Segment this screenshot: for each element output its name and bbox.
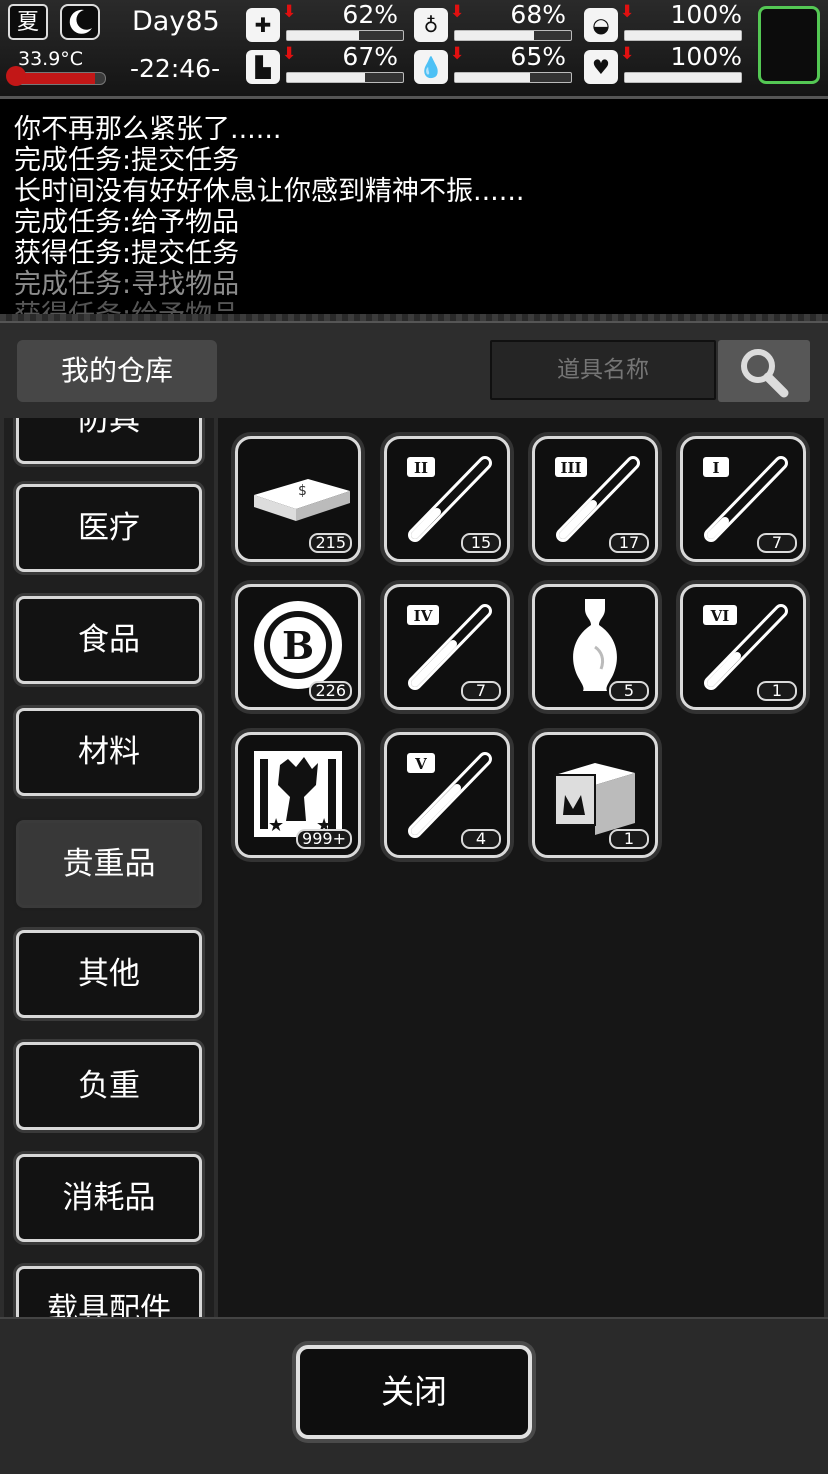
item-slot[interactable]: $ 215 (235, 436, 361, 562)
item-slot[interactable]: 1 (532, 732, 658, 858)
search-icon (741, 349, 789, 398)
hunger-bar (454, 30, 572, 41)
health-percent: 62% (342, 0, 398, 29)
hunger-percent: 68% (510, 0, 566, 29)
decrease-arrow-icon: ⬇ (620, 2, 635, 22)
item-count: 226 (309, 681, 352, 701)
status-hud: 夏 33.9°C Day85 -22:46- ✚ ⬇ 62% ♁ ⬇ 68% ◒… (0, 0, 828, 99)
stomach-icon: ♁ (414, 8, 448, 42)
svg-text:V: V (414, 755, 427, 773)
svg-text:IV: IV (414, 607, 433, 625)
water-drop-icon: 💧 (414, 50, 448, 84)
item-slot[interactable]: II 15 (384, 436, 510, 562)
pill-percent: 100% (670, 0, 742, 29)
foot-icon: ▙ (246, 50, 280, 84)
svg-text:II: II (414, 459, 428, 477)
svg-text:★: ★ (268, 815, 284, 836)
category-consumables[interactable]: 消耗品 (16, 1154, 202, 1242)
category-other[interactable]: 其他 (16, 930, 202, 1018)
item-slot[interactable]: I 7 (680, 436, 806, 562)
item-slot[interactable]: IV 7 (384, 584, 510, 710)
item-count: 7 (461, 681, 501, 701)
warehouse-title: 我的仓库 (17, 340, 217, 402)
category-vehicle-parts[interactable]: 载具配件 (16, 1266, 202, 1318)
search-button[interactable] (718, 340, 810, 402)
item-count: 5 (609, 681, 649, 701)
mood-bar (624, 72, 742, 83)
item-count: 1 (609, 829, 649, 849)
health-bar (286, 30, 404, 41)
log-line: 获得任务:给予物品 (14, 293, 239, 315)
moon-icon (60, 4, 100, 40)
category-load[interactable]: 负重 (16, 1042, 202, 1130)
decrease-arrow-icon: ⬇ (282, 2, 297, 22)
warehouse-panel: 我的仓库 防具 医疗 食品 材料 贵重品 其他 负重 消耗品 载具配件 $ 21… (0, 321, 828, 1319)
item-count: 7 (757, 533, 797, 553)
svg-text:VI: VI (710, 607, 730, 625)
svg-text:I: I (712, 459, 719, 477)
svg-text:B: B (282, 623, 314, 668)
item-count: 999+ (296, 829, 352, 849)
item-count: 4 (461, 829, 501, 849)
category-valuables[interactable]: 贵重品 (16, 820, 202, 908)
medkit-icon: ✚ (246, 8, 280, 42)
category-food[interactable]: 食品 (16, 596, 202, 684)
category-medical[interactable]: 医疗 (16, 484, 202, 572)
thirst-bar (454, 72, 572, 83)
decrease-arrow-icon: ⬇ (450, 2, 465, 22)
item-count: 15 (461, 533, 501, 553)
close-button[interactable]: 关闭 (296, 1345, 532, 1439)
thermometer-icon (6, 66, 26, 86)
item-slot[interactable]: 5 (532, 584, 658, 710)
decrease-arrow-icon: ⬇ (620, 44, 635, 64)
temperature-value: 33.9°C (18, 48, 84, 70)
equipment-slot[interactable] (758, 6, 820, 84)
item-grid: $ 215 II 15 III 17 I 7 B 226 IV 7 5 VI 1… (218, 418, 824, 1318)
day-counter: Day85 (132, 6, 220, 37)
season-indicator: 夏 (8, 4, 48, 40)
svg-text:III: III (560, 459, 581, 477)
item-slot[interactable]: B 226 (235, 584, 361, 710)
footer-bar: 关闭 (0, 1317, 828, 1474)
svg-text:$: $ (298, 483, 307, 499)
thirst-percent: 65% (510, 42, 566, 71)
category-armor[interactable]: 防具 (16, 418, 202, 464)
item-slot[interactable]: VI 1 (680, 584, 806, 710)
item-slot[interactable]: V 4 (384, 732, 510, 858)
pill-icon: ◒ (584, 8, 618, 42)
stamina-bar (286, 72, 404, 83)
item-count: 215 (309, 533, 352, 553)
category-materials[interactable]: 材料 (16, 708, 202, 796)
item-count: 17 (609, 533, 649, 553)
mood-percent: 100% (670, 42, 742, 71)
item-search-input[interactable] (490, 340, 716, 400)
heart-icon: ♥ (584, 50, 618, 84)
item-slot[interactable]: ★ ★ 999+ (235, 732, 361, 858)
pill-bar (624, 30, 742, 41)
stamina-percent: 67% (342, 42, 398, 71)
message-log: 你不再那么紧张了...... 完成任务:提交任务 长时间没有好好休息让你感到精神… (0, 99, 828, 315)
item-count: 1 (757, 681, 797, 701)
game-clock: -22:46- (130, 54, 221, 83)
decrease-arrow-icon: ⬇ (282, 44, 297, 64)
category-list[interactable]: 防具 医疗 食品 材料 贵重品 其他 负重 消耗品 载具配件 (4, 418, 214, 1318)
decrease-arrow-icon: ⬇ (450, 44, 465, 64)
log-divider (0, 314, 828, 321)
item-slot[interactable]: III 17 (532, 436, 658, 562)
